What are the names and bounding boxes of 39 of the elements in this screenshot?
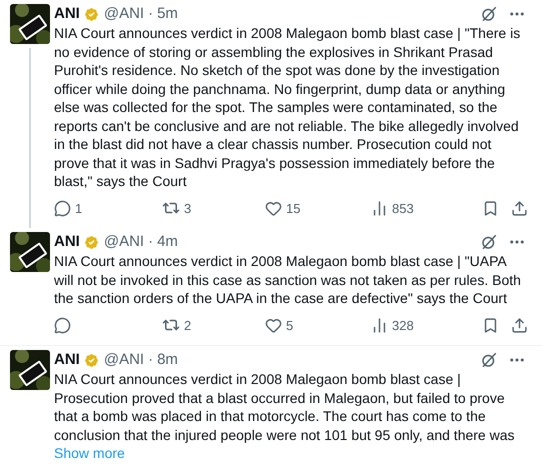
timestamp[interactable]: 8m	[157, 348, 178, 372]
views-button[interactable]: 328	[371, 316, 414, 335]
speech-bubble-icon	[54, 316, 71, 334]
heart-icon	[265, 316, 282, 334]
reply-button[interactable]: 1	[54, 198, 82, 218]
tweet-text: NIA Court announces verdict in 2008 Malegaon bomb blast case | "UAPA will not be invoked in this case as sanction was not taken as per rules. Both the sanction orders of the UAPA in the case are defective" says the Court	[54, 252, 522, 308]
avatar-logo[interactable]	[10, 350, 50, 390]
share-button[interactable]	[511, 316, 528, 334]
dot-separator: ·	[148, 4, 154, 24]
reply-button[interactable]	[54, 316, 71, 334]
like-button[interactable]: 15	[265, 198, 300, 218]
slashed-circle-icon[interactable]	[480, 233, 498, 251]
author-handle[interactable]: @ANI	[104, 348, 144, 372]
slashed-circle-icon[interactable]	[480, 5, 498, 23]
bar-chart-icon	[371, 316, 388, 334]
repost-button[interactable]: 3	[162, 198, 192, 218]
author-name[interactable]: ANI	[54, 348, 80, 372]
author-name[interactable]: ANI	[54, 2, 80, 26]
avatar-logo[interactable]	[10, 232, 50, 272]
slashed-circle-icon[interactable]	[480, 351, 498, 369]
avatar-logo[interactable]	[10, 4, 50, 44]
dot-separator: ·	[148, 350, 154, 370]
bar-chart-icon	[371, 200, 388, 217]
tweet-text: NIA Court announces verdict in 2008 Malegaon bomb blast case | Prosecution proved that a blast occurred in Malegaon, but failed to prove that a bomb was placed in that motorcycle. The court has come to the conclusion that the injured people were not 101 but 95 only, and there was	[54, 370, 516, 444]
dot-separator: ·	[148, 232, 154, 252]
speech-bubble-icon	[54, 200, 71, 217]
views-button[interactable]: 853	[371, 198, 414, 218]
timestamp[interactable]: 5m	[157, 2, 178, 26]
author-name[interactable]: ANI	[54, 230, 80, 254]
share-button[interactable]	[511, 200, 528, 217]
heart-icon	[265, 200, 282, 217]
bookmark-button[interactable]	[482, 316, 499, 334]
tweet-text: NIA Court announces verdict in 2008 Malegaon bomb blast case | "There is no evidence of storing or assembling the explosives in Shrikant Prasad Purohit's residence. No sketch of the spot was done by the investigation officer while doing the panchnama. No fingerprint, dump data or anything else was collected for the spot. The samples were contaminated, so the reports can't be conclusive and are not reliable. The bike allegedly involved in the blast did not have a clear chassis number. Prosecution could not prove that it was in Sadhvi Pragya's possession immediately before the blast," says the Court	[54, 24, 522, 190]
timestamp[interactable]: 4m	[157, 230, 178, 254]
author-handle[interactable]: @ANI	[104, 230, 144, 254]
author-handle[interactable]: @ANI	[104, 2, 144, 26]
like-button[interactable]: 5	[265, 316, 294, 335]
bookmark-button[interactable]	[482, 200, 499, 217]
repost-button[interactable]: 2	[162, 316, 192, 335]
